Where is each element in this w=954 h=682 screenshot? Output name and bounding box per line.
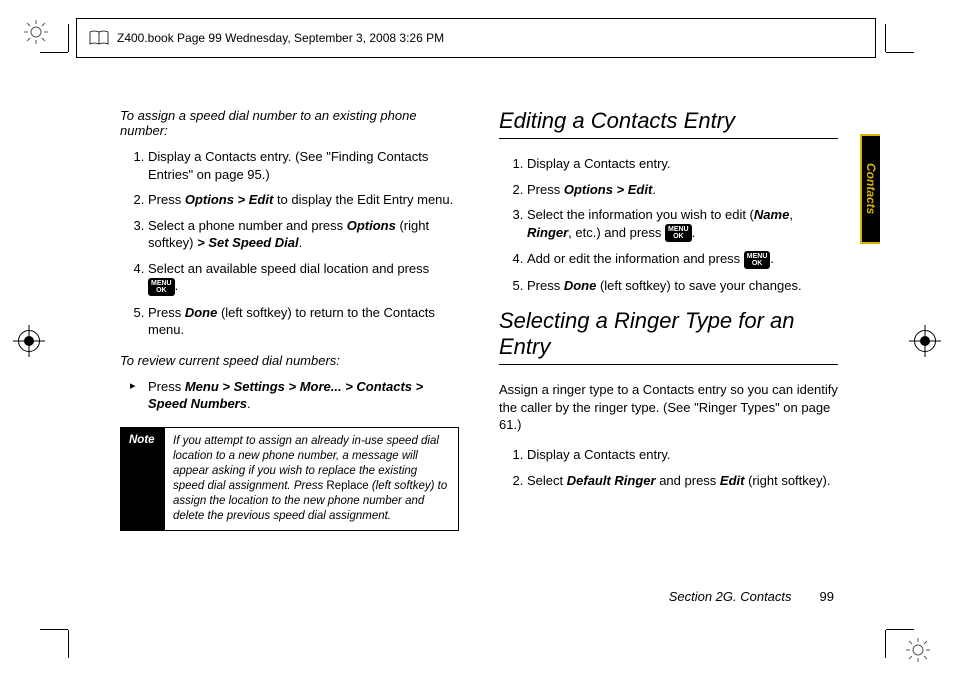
step: Select the information you wish to edit … bbox=[527, 206, 838, 242]
menu-ok-key-icon: MENUOK bbox=[148, 278, 175, 296]
page-footer: Section 2G. Contacts 99 bbox=[669, 589, 834, 604]
crop-mark bbox=[886, 629, 914, 630]
book-icon bbox=[89, 30, 109, 46]
section-heading: Selecting a Ringer Type for an Entry bbox=[499, 308, 838, 365]
procedure-steps: Display a Contacts entry. Press Options … bbox=[499, 155, 838, 294]
page-meta-text: Z400.book Page 99 Wednesday, September 3… bbox=[117, 31, 444, 45]
registration-mark-icon bbox=[18, 330, 40, 352]
crop-mark bbox=[68, 24, 69, 52]
step: Add or edit the information and press ME… bbox=[527, 250, 838, 269]
page-content: Contacts To assign a speed dial number t… bbox=[76, 60, 878, 622]
note-body: If you attempt to assign an already in-u… bbox=[165, 428, 458, 530]
step: Select Default Ringer and press Edit (ri… bbox=[527, 472, 838, 490]
color-target-icon bbox=[24, 20, 48, 44]
step: Display a Contacts entry. (See "Finding … bbox=[148, 148, 459, 183]
crop-mark bbox=[885, 630, 886, 658]
body-paragraph: Assign a ringer type to a Contacts entry… bbox=[499, 381, 838, 434]
menu-ok-key-icon: MENUOK bbox=[744, 251, 771, 269]
procedure-steps: Display a Contacts entry. Select Default… bbox=[499, 446, 838, 489]
procedure-steps: Display a Contacts entry. (See "Finding … bbox=[120, 148, 459, 339]
crop-mark bbox=[885, 24, 886, 52]
registration-mark-icon bbox=[914, 330, 936, 352]
step: Select an available speed dial location … bbox=[148, 260, 459, 296]
note-box: Note If you attempt to assign an already… bbox=[120, 427, 459, 531]
step: Press Done (left softkey) to return to t… bbox=[148, 304, 459, 339]
footer-section-label: Section 2G. Contacts bbox=[669, 589, 792, 604]
menu-ok-key-icon: MENUOK bbox=[665, 224, 692, 242]
step: Select a phone number and press Options … bbox=[148, 217, 459, 252]
step: Press Options > Edit. bbox=[527, 181, 838, 199]
section-tab-label: Contacts bbox=[864, 163, 878, 214]
procedure-heading: To assign a speed dial number to an exis… bbox=[120, 108, 459, 138]
left-column: To assign a speed dial number to an exis… bbox=[120, 108, 459, 574]
note-label: Note bbox=[121, 428, 165, 530]
bullet-item: Press Menu > Settings > More... > Contac… bbox=[120, 378, 459, 413]
right-column: Editing a Contacts Entry Display a Conta… bbox=[499, 108, 838, 574]
crop-mark bbox=[886, 52, 914, 53]
step: Display a Contacts entry. bbox=[527, 155, 838, 173]
step: Press Options > Edit to display the Edit… bbox=[148, 191, 459, 209]
section-heading: Editing a Contacts Entry bbox=[499, 108, 838, 139]
crop-mark bbox=[68, 630, 69, 658]
page-number: 99 bbox=[820, 589, 834, 604]
color-target-icon bbox=[906, 638, 930, 662]
step: Display a Contacts entry. bbox=[527, 446, 838, 464]
crop-mark bbox=[40, 629, 68, 630]
procedure-heading: To review current speed dial numbers: bbox=[120, 353, 459, 368]
step: Press Done (left softkey) to save your c… bbox=[527, 277, 838, 295]
section-tab-contacts: Contacts bbox=[860, 134, 880, 244]
crop-mark bbox=[40, 52, 68, 53]
page-meta-header: Z400.book Page 99 Wednesday, September 3… bbox=[76, 18, 876, 58]
